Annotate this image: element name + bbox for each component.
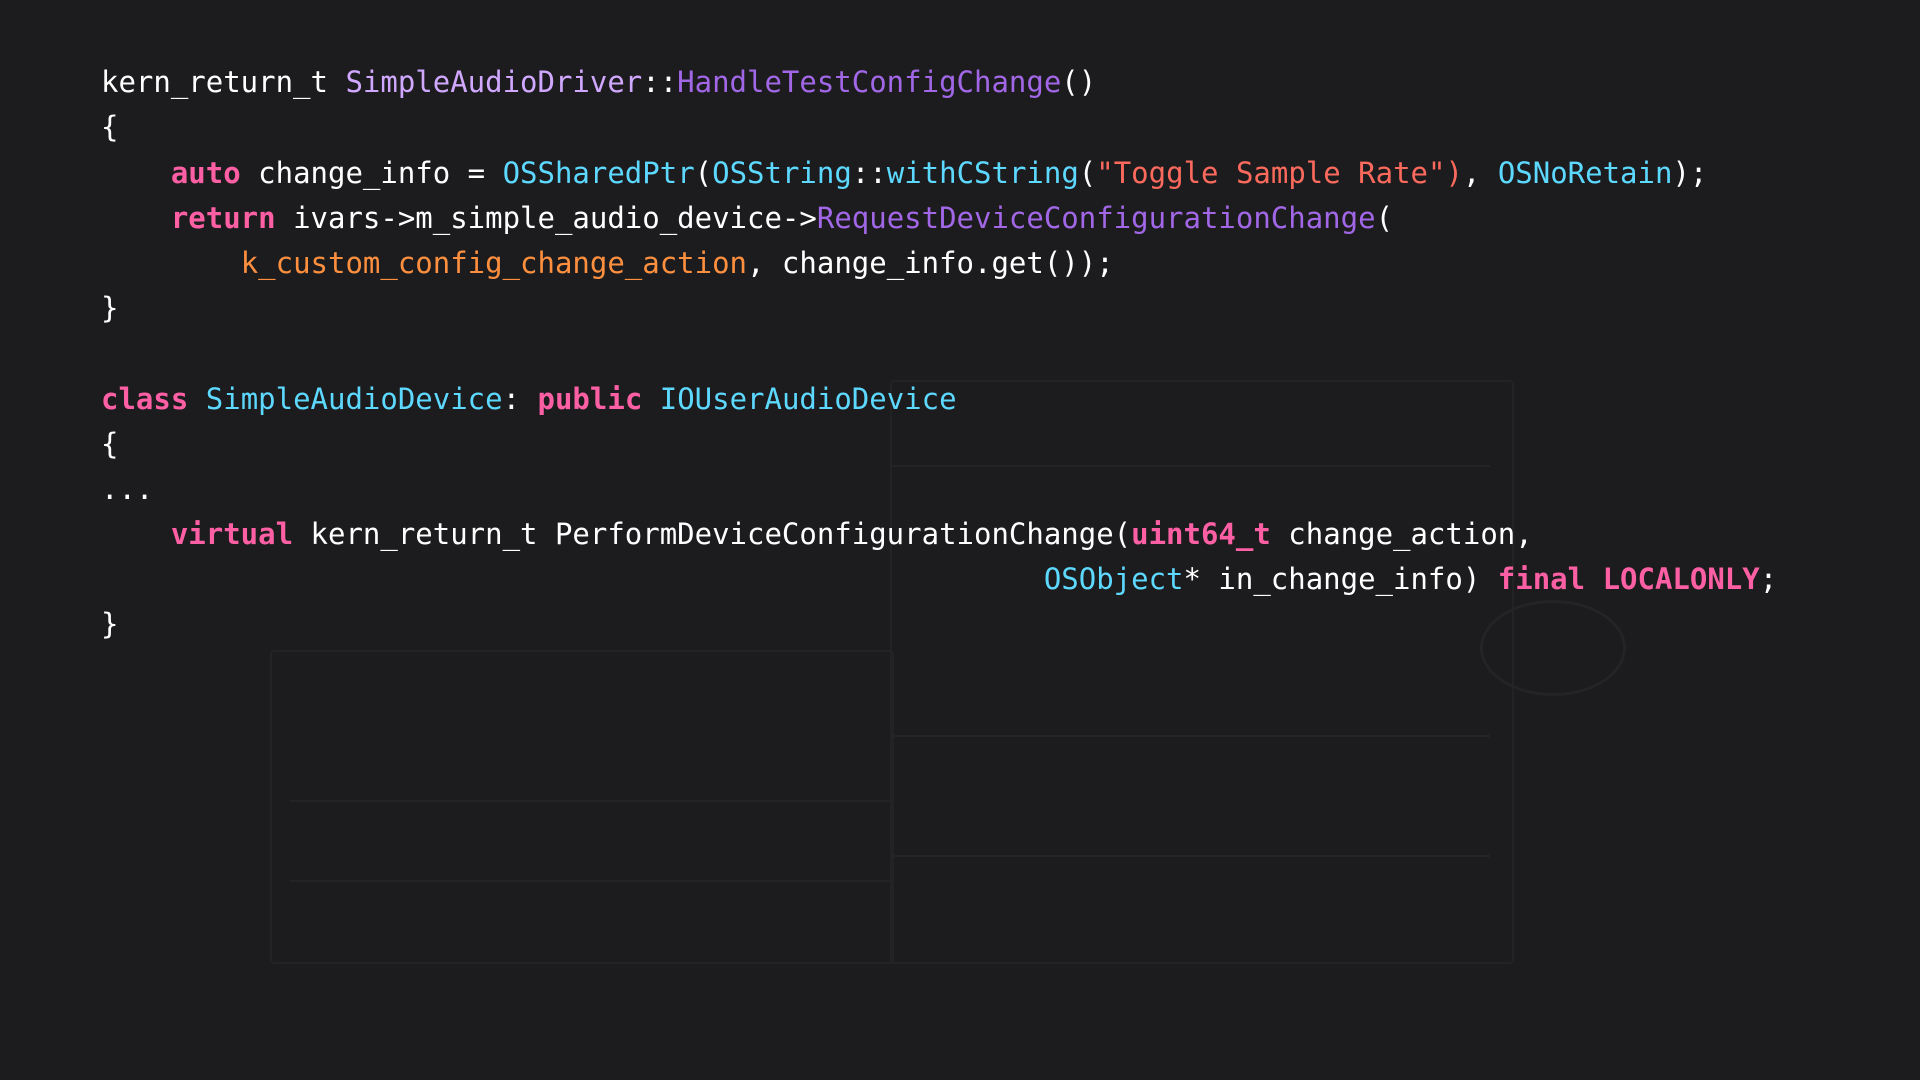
code-token: , change_info.get());	[747, 246, 1114, 280]
code-line: {	[101, 107, 118, 147]
code-token: uint64_t	[1131, 517, 1271, 551]
code-line: k_custom_config_change_action, change_in…	[101, 243, 1114, 283]
diagram-circle	[1480, 600, 1626, 696]
code-token: HandleTestConfigChange	[677, 65, 1062, 99]
code-token: SimpleAudioDriver	[345, 65, 643, 99]
code-line: return ivars->m_simple_audio_device->Req…	[101, 198, 1393, 238]
code-line: class SimpleAudioDevice: public IOUserAu…	[101, 379, 957, 419]
code-token: ivars->m_simple_audio_device->	[275, 201, 817, 235]
code-token: change_action,	[1270, 517, 1533, 551]
code-token: ;	[1759, 562, 1778, 596]
diagram-box-right	[890, 380, 1514, 964]
code-token: withCString	[886, 156, 1079, 190]
diagram-arrow	[890, 465, 1490, 467]
code-token: OSString	[712, 156, 852, 190]
code-token: virtual	[170, 517, 294, 551]
code-line: }	[101, 288, 118, 328]
code-token: }	[101, 291, 119, 325]
code-token: ::	[642, 65, 678, 99]
diagram-arrow	[890, 735, 1490, 737]
code-line: OSObject* in_change_info) final LOCALONL…	[101, 559, 1777, 599]
code-token: {	[101, 427, 119, 461]
slide-canvas: kern_return_t SimpleAudioDriver::HandleT…	[0, 0, 1920, 1080]
code-token: LOCALONLY	[1602, 562, 1760, 596]
code-token: SimpleAudioDevice	[205, 382, 503, 416]
diagram-arrow	[290, 800, 890, 802]
code-token: kern_return_t	[101, 65, 346, 99]
code-token: kern_return_t PerformDeviceConfiguration…	[293, 517, 1132, 551]
code-token: OSNoRetain	[1497, 156, 1673, 190]
code-token: IOUserAudioDevice	[659, 382, 957, 416]
code-token: (	[694, 156, 713, 190]
code-line: auto change_info = OSSharedPtr(OSString:…	[101, 153, 1708, 193]
code-line: ...	[101, 469, 153, 509]
code-token: change_info =	[240, 156, 503, 190]
code-token: k_custom_config_change_action	[240, 246, 748, 280]
code-token: OSSharedPtr	[502, 156, 695, 190]
code-token: :	[502, 382, 538, 416]
code-token: }	[101, 607, 119, 641]
code-token: public	[537, 382, 643, 416]
code-token: class	[101, 382, 189, 416]
code-line: virtual kern_return_t PerformDeviceConfi…	[101, 514, 1533, 554]
code-line: {	[101, 424, 118, 464]
code-token: ::	[851, 156, 887, 190]
code-token: RequestDeviceConfigurationChange	[816, 201, 1376, 235]
code-token: {	[101, 110, 119, 144]
code-token: ()	[1061, 65, 1097, 99]
code-token: return	[170, 201, 276, 235]
diagram-arrow	[890, 855, 1490, 857]
code-token: "Toggle Sample Rate")	[1096, 156, 1463, 190]
code-token: ...	[101, 472, 154, 506]
code-token: OSObject	[1043, 562, 1184, 596]
code-token: (	[1375, 201, 1394, 235]
code-line: }	[101, 604, 118, 644]
diagram-box-left	[270, 650, 894, 964]
code-token: (	[1078, 156, 1097, 190]
diagram-arrow	[290, 880, 890, 882]
code-token: * in_change_info)	[1183, 562, 1498, 596]
code-token: final	[1497, 562, 1586, 596]
code-line: kern_return_t SimpleAudioDriver::HandleT…	[101, 62, 1096, 102]
code-token: auto	[170, 156, 241, 190]
code-token: );	[1672, 156, 1708, 190]
code-token: ,	[1462, 156, 1498, 190]
